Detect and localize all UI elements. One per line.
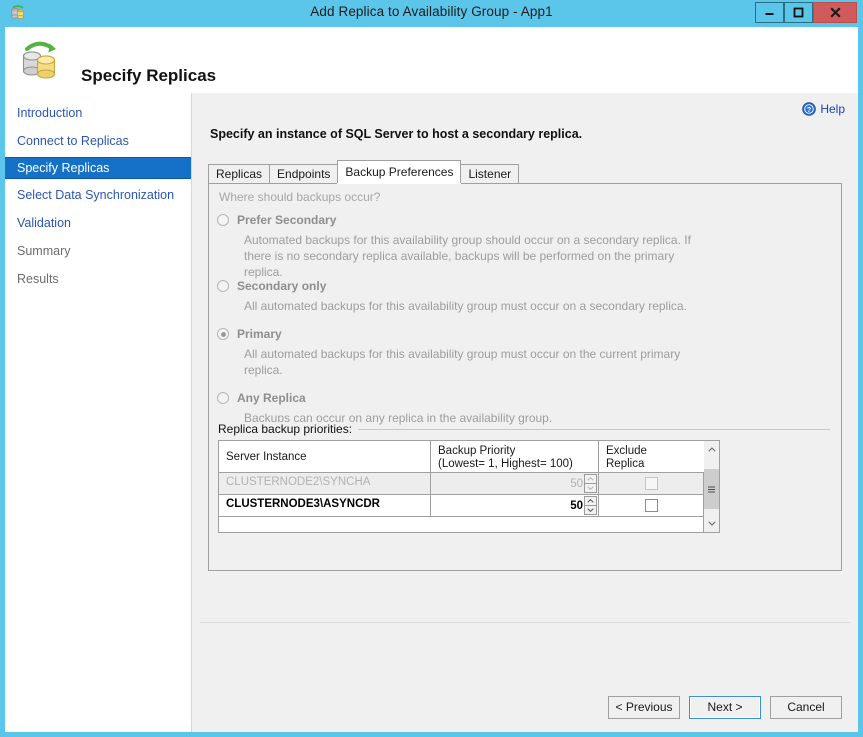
backup-preferences-panel: Where should backups occur? Prefer Secon… — [208, 183, 842, 571]
priority-value: 50 — [570, 499, 583, 512]
footer-divider — [200, 622, 850, 623]
column-header-backup-priority-line1: Backup Priority — [438, 445, 516, 457]
group-legend: Replica backup priorities: — [218, 422, 359, 436]
scrollbar-thumb[interactable] — [704, 469, 719, 509]
scroll-up-icon[interactable] — [704, 441, 719, 458]
option-prefer-secondary-description: Automated backups for this availability … — [244, 233, 691, 279]
column-header-backup-priority: Backup Priority (Lowest= 1, Highest= 100… — [431, 441, 599, 473]
tab-listener[interactable]: Listener — [460, 164, 520, 183]
radio-any-replica[interactable] — [217, 392, 229, 404]
radio-secondary-only[interactable] — [217, 280, 229, 292]
table-empty-row — [219, 517, 703, 532]
sidebar-item-specify-replicas[interactable]: Specify Replicas — [5, 157, 191, 179]
wizard-header: Specify Replicas — [5, 27, 858, 93]
priority-value: 50 — [570, 477, 583, 490]
exclude-replica-checkbox — [644, 477, 658, 490]
stepper-down-icon[interactable] — [584, 483, 597, 493]
help-link[interactable]: ? Help — [802, 102, 845, 116]
option-any-replica-label: Any Replica — [237, 391, 306, 405]
wizard-sidebar: Introduction Connect to Replicas Specify… — [5, 93, 191, 732]
close-icon — [829, 7, 841, 18]
cell-exclude-replica[interactable] — [599, 495, 703, 516]
sidebar-item-summary: Summary — [17, 244, 71, 258]
cell-server-instance: CLUSTERNODE3\ASYNCDR — [219, 495, 431, 516]
maximize-button[interactable] — [784, 2, 813, 23]
window-title: Add Replica to Availability Group - App1 — [310, 4, 553, 19]
priority-stepper[interactable] — [584, 496, 597, 515]
option-primary-label: Primary — [237, 327, 282, 341]
cancel-button[interactable]: Cancel — [770, 696, 842, 719]
option-secondary-only-label: Secondary only — [237, 279, 327, 293]
option-any-replica[interactable]: Any Replica Backups can occur on any rep… — [217, 391, 552, 426]
database-sync-icon — [16, 37, 64, 85]
cell-exclude-replica — [599, 473, 703, 494]
option-secondary-only-description: All automated backups for this availabil… — [244, 299, 687, 313]
column-header-exclude-line1: Exclude — [606, 445, 647, 457]
column-header-server-instance: Server Instance — [219, 441, 431, 473]
column-header-exclude-line2: Replica — [606, 458, 645, 470]
sidebar-item-connect-to-replicas[interactable]: Connect to Replicas — [5, 130, 191, 152]
title-bar: Add Replica to Availability Group - App1 — [0, 0, 863, 27]
cell-backup-priority[interactable]: 50 — [431, 495, 599, 516]
help-circle-icon: ? — [802, 102, 817, 116]
column-header-exclude-replica: Exclude Replica — [599, 441, 704, 473]
replica-backup-priorities-group: Replica backup priorities: Server Instan… — [218, 422, 830, 562]
cell-backup-priority: 50 — [431, 473, 599, 494]
scroll-down-icon[interactable] — [704, 515, 719, 532]
previous-button[interactable]: < Previous — [608, 696, 680, 719]
replica-priority-table: Server Instance Backup Priority (Lowest=… — [218, 440, 704, 533]
wizard-buttons: < Previous Next > Cancel — [608, 696, 842, 719]
stepper-down-icon[interactable] — [584, 505, 597, 515]
table-row: CLUSTERNODE2\SYNCHA 50 — [219, 473, 703, 495]
stepper-up-icon[interactable] — [584, 496, 597, 506]
scrollbar-grip-icon — [708, 486, 715, 492]
radio-primary[interactable] — [217, 328, 229, 340]
option-prefer-secondary[interactable]: Prefer Secondary Automated backups for t… — [217, 213, 714, 280]
stepper-up-icon[interactable] — [584, 474, 597, 484]
cell-server-instance: CLUSTERNODE2\SYNCHA — [219, 473, 431, 494]
minimize-icon — [765, 13, 774, 15]
option-prefer-secondary-label: Prefer Secondary — [237, 213, 337, 227]
priority-stepper[interactable] — [584, 474, 597, 493]
backups-question-label: Where should backups occur? — [219, 190, 381, 204]
help-label: Help — [820, 102, 845, 116]
sidebar-item-results: Results — [17, 272, 59, 286]
tab-strip: Replicas Endpoints Backup Preferences Li… — [208, 160, 520, 183]
sidebar-item-select-data-synchronization[interactable]: Select Data Synchronization — [5, 184, 191, 206]
sidebar-item-introduction[interactable]: Introduction — [5, 102, 191, 124]
radio-prefer-secondary[interactable] — [217, 214, 229, 226]
option-primary[interactable]: Primary All automated backups for this a… — [217, 327, 699, 378]
svg-text:?: ? — [807, 105, 812, 114]
next-button[interactable]: Next > — [689, 696, 761, 719]
option-primary-description: All automated backups for this availabil… — [244, 347, 681, 377]
sidebar-item-validation[interactable]: Validation — [5, 212, 191, 234]
minimize-button[interactable] — [755, 2, 784, 23]
tab-endpoints[interactable]: Endpoints — [269, 164, 339, 183]
table-row[interactable]: CLUSTERNODE3\ASYNCDR 50 — [219, 495, 703, 517]
column-header-backup-priority-line2: (Lowest= 1, Highest= 100) — [438, 458, 573, 470]
table-scrollbar[interactable] — [704, 440, 720, 533]
content-heading: Specify an instance of SQL Server to hos… — [210, 127, 583, 141]
close-button[interactable] — [813, 2, 857, 23]
exclude-replica-checkbox[interactable] — [644, 499, 658, 512]
tab-replicas[interactable]: Replicas — [208, 164, 271, 183]
maximize-icon — [793, 7, 804, 18]
wizard-content: ? Help Specify an instance of SQL Server… — [191, 93, 858, 732]
dialog-window: Add Replica to Availability Group - App1 — [0, 0, 863, 737]
tab-backup-preferences[interactable]: Backup Preferences — [337, 160, 462, 183]
option-secondary-only[interactable]: Secondary only All automated backups for… — [217, 279, 687, 314]
page-title: Specify Replicas — [81, 66, 217, 85]
